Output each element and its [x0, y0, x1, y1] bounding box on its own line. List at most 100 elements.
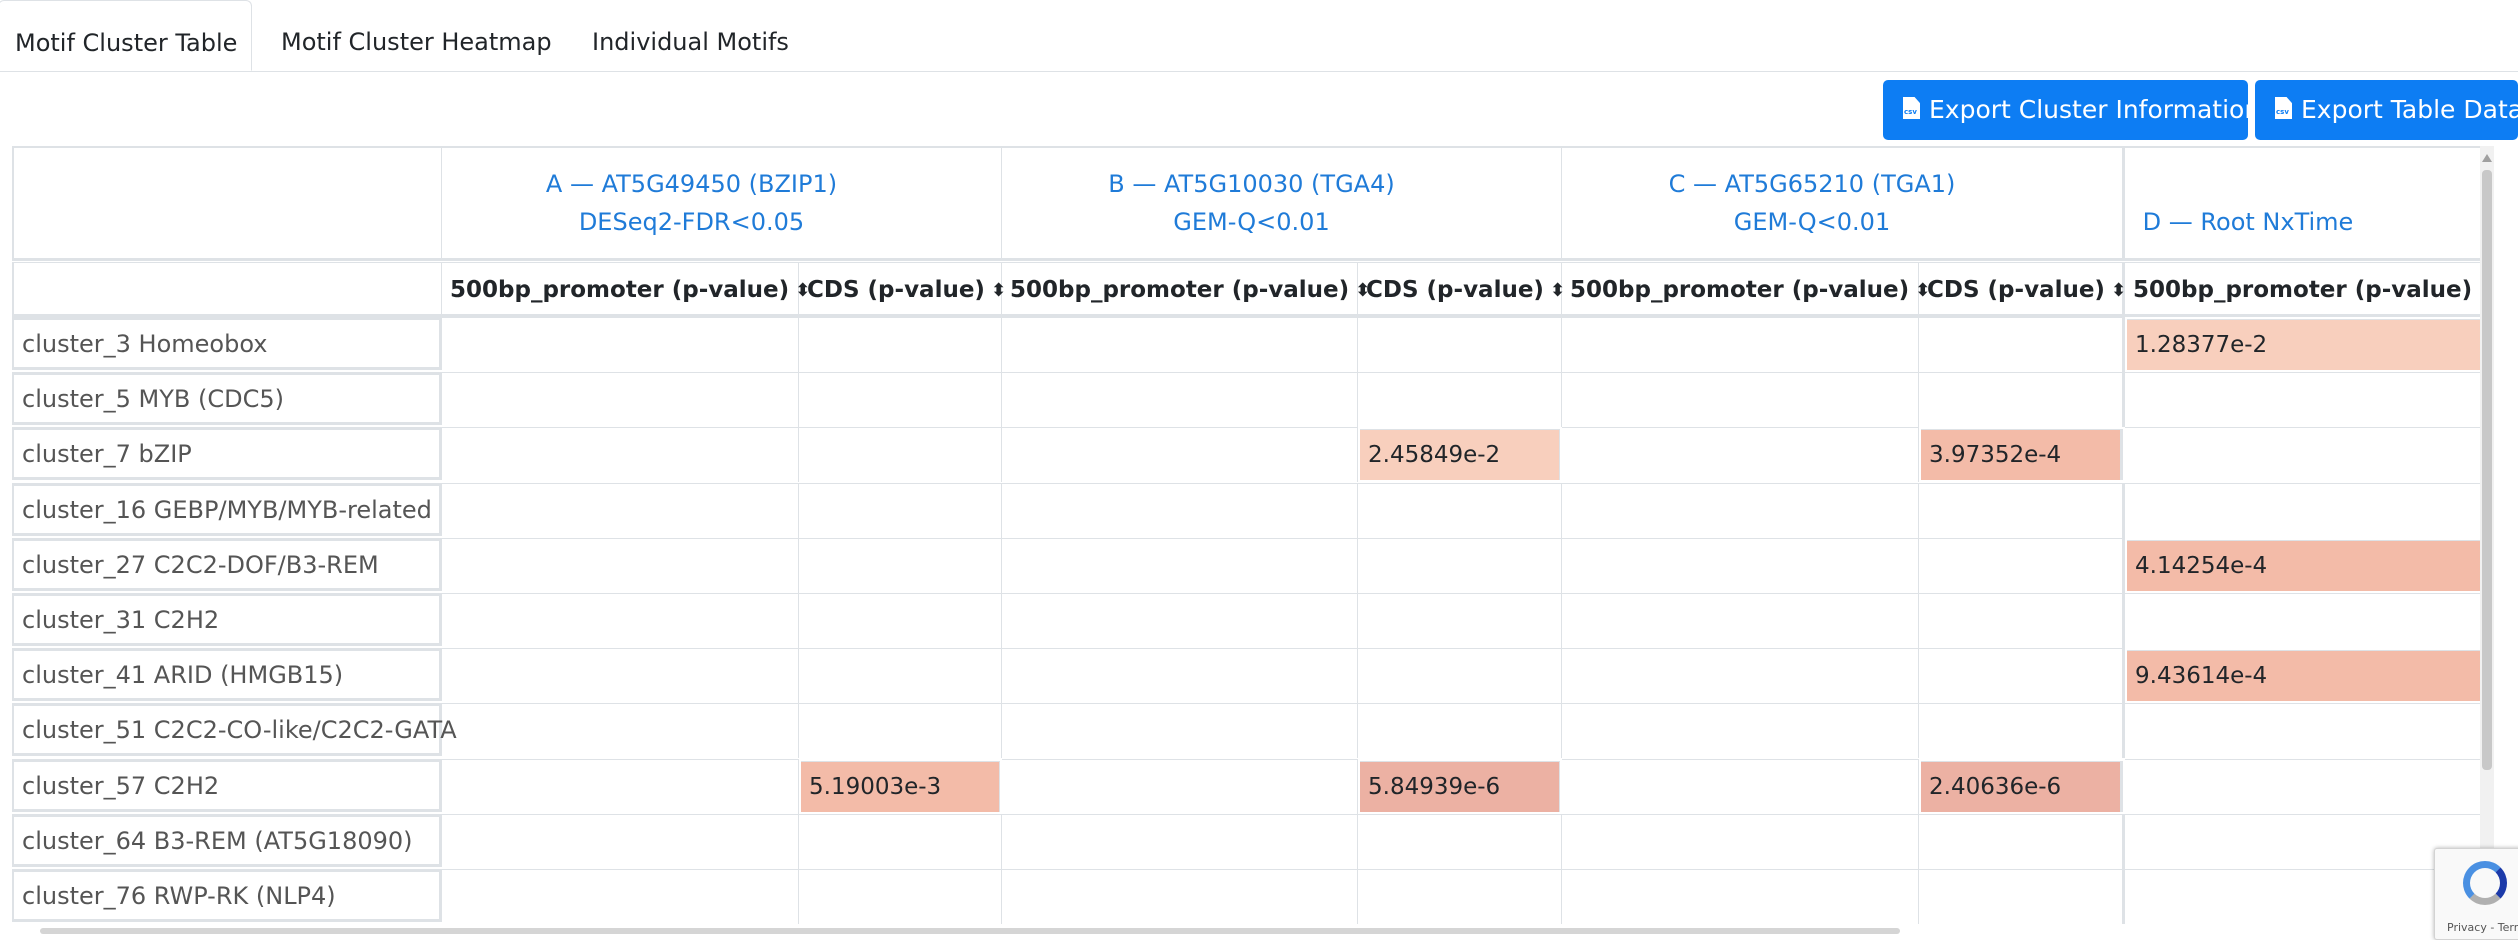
horizontal-scrollbar[interactable] — [40, 928, 1900, 934]
table-cell — [1562, 538, 1919, 593]
tab-motif-cluster-heatmap[interactable]: Motif Cluster Heatmap — [281, 0, 552, 71]
table-cell: 3.97352e-4 — [1921, 429, 2123, 480]
group-header-title: C — AT5G65210 (TGA1) — [1668, 170, 1956, 198]
scrollbar-thumb[interactable] — [2482, 170, 2492, 770]
group-header-subtitle: DESeq2-FDR<0.05 — [578, 208, 805, 236]
tab-bar-divider — [0, 71, 2518, 72]
table-cell — [1562, 593, 1919, 648]
row-label: cluster_7 bZIP — [12, 427, 442, 480]
group-header-subtitle: GEM-Q<0.01 — [1173, 208, 1330, 236]
table-cell: 5.84939e-6 — [1360, 761, 1560, 812]
table-cell — [442, 648, 799, 703]
table-cell — [1358, 869, 1562, 924]
row-label: cluster_76 RWP-RK (NLP4) — [12, 869, 442, 922]
vertical-scrollbar[interactable] — [2480, 146, 2494, 922]
table-cell — [1358, 593, 1562, 648]
table-cell — [1002, 372, 1358, 427]
table-cell — [442, 372, 799, 427]
table-cell — [1562, 869, 1919, 924]
table-cell — [1562, 759, 1919, 814]
row-label: cluster_16 GEBP/MYB/MYB-related — [12, 483, 442, 536]
table-cell — [1919, 869, 2125, 924]
column-header-d-promoter[interactable]: 500bp_promoter (p-value)⬍ — [2125, 262, 2493, 316]
recaptcha-badge[interactable]: Privacy - Terms — [2434, 848, 2518, 940]
table-cell — [1919, 814, 2125, 869]
table-cell — [1002, 593, 1358, 648]
table-cell — [1002, 648, 1358, 703]
table-cell — [442, 538, 799, 593]
table-cell — [2125, 483, 2492, 538]
scroll-up-arrow-icon[interactable] — [2482, 154, 2492, 162]
table-cell — [442, 427, 799, 482]
group-header-title: D — Root NxTime — [2142, 208, 2354, 236]
row-label: cluster_64 B3-REM (AT5G18090) — [12, 814, 442, 867]
table-cell — [799, 372, 1002, 427]
table-cell — [1358, 483, 1562, 538]
column-header-a-promoter[interactable]: 500bp_promoter (p-value) ⬍ — [442, 262, 810, 316]
table-cell — [799, 648, 1002, 703]
tab-motif-cluster-table[interactable]: Motif Cluster Table — [0, 0, 252, 71]
group-header-a: A — AT5G49450 (BZIP1) DESeq2-FDR<0.05 — [442, 146, 1002, 258]
table-cell — [1358, 317, 1562, 372]
group-header-c: C — AT5G65210 (TGA1) GEM-Q<0.01 — [1562, 146, 2125, 258]
table-cell — [1919, 538, 2125, 593]
table-cell — [799, 814, 1002, 869]
table-cell — [1562, 648, 1919, 703]
table-cell — [799, 483, 1002, 538]
column-header-c-cds[interactable]: CDS (p-value) ⬍ — [1919, 262, 2126, 318]
export-table-data-button[interactable]: csv Export Table Data — [2255, 80, 2518, 140]
sort-icon[interactable]: ⬍ — [2111, 264, 2126, 318]
tab-individual-motifs[interactable]: Individual Motifs — [592, 0, 789, 71]
recaptcha-text: Privacy - Terms — [2447, 921, 2518, 934]
column-header-b-promoter[interactable]: 500bp_promoter (p-value) ⬍ — [1002, 262, 1370, 316]
table-cell — [1919, 593, 2125, 648]
table-cell: 5.19003e-3 — [801, 761, 1000, 812]
group-header-title: A — AT5G49450 (BZIP1) — [545, 170, 838, 198]
table-cell — [1562, 372, 1919, 427]
table-cell — [1562, 814, 1919, 869]
table-cell — [1919, 372, 2125, 427]
table-cell — [2125, 427, 2492, 482]
export-cluster-label: Export Cluster Information — [1929, 95, 2261, 124]
row-label: cluster_27 C2C2-DOF/B3-REM — [12, 538, 442, 591]
group-header-d: D — Root NxTime — [2125, 146, 2492, 258]
table-cell — [1002, 427, 1358, 482]
table-cell: 2.45849e-2 — [1360, 429, 1560, 480]
table-cell — [1002, 483, 1358, 538]
table-cell — [1002, 869, 1358, 924]
table-cell — [442, 869, 799, 924]
column-header-c-promoter[interactable]: 500bp_promoter (p-value) ⬍ — [1562, 262, 1930, 316]
table-cell — [1919, 483, 2125, 538]
table-cell — [442, 317, 799, 372]
table-cell — [2125, 372, 2492, 427]
table-cell: 9.43614e-4 — [2127, 650, 2490, 701]
column-header-cluster — [12, 262, 442, 316]
table-cell — [442, 593, 799, 648]
row-label: cluster_3 Homeobox — [12, 317, 442, 370]
table-cell — [799, 317, 1002, 372]
table-cell — [2125, 703, 2492, 758]
motif-cluster-table: A — AT5G49450 (BZIP1) DESeq2-FDR<0.05 B … — [12, 146, 2493, 924]
export-cluster-information-button[interactable]: csv Export Cluster Information — [1883, 80, 2260, 140]
table-cell — [2125, 593, 2492, 648]
table-cell — [2125, 759, 2492, 814]
table-cell — [1002, 814, 1358, 869]
table-cell — [1358, 703, 1562, 758]
table-cell — [799, 538, 1002, 593]
column-header-a-cds[interactable]: CDS (p-value) ⬍ — [799, 262, 1006, 316]
column-header-b-cds[interactable]: CDS (p-value) ⬍ — [1358, 262, 1565, 316]
table-cell: 2.40636e-6 — [1921, 761, 2123, 812]
file-csv-icon: csv — [2275, 97, 2292, 119]
table-cell — [1002, 703, 1358, 758]
table-cell — [799, 593, 1002, 648]
table-cell — [1358, 814, 1562, 869]
table-cell: 4.14254e-4 — [2127, 540, 2490, 591]
table-cell: 1.28377e-2 — [2127, 319, 2490, 370]
table-cell — [1002, 317, 1358, 372]
table-cell — [442, 814, 799, 869]
table-cell — [1919, 648, 2125, 703]
row-label: cluster_51 C2C2-CO-like/C2C2-GATA — [12, 703, 457, 756]
group-header-title: B — AT5G10030 (TGA4) — [1108, 170, 1395, 198]
table-cell — [1002, 759, 1358, 814]
table-cell — [1919, 317, 2125, 372]
